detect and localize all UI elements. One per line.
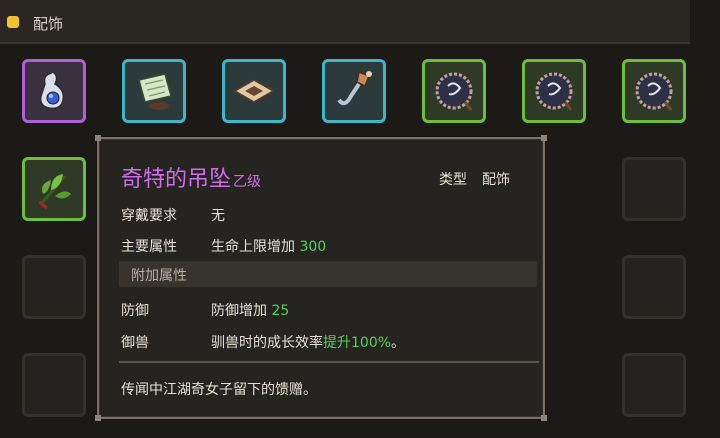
tooltip-corner <box>95 415 101 421</box>
tooltip-corner <box>95 135 101 141</box>
inventory-slot-amulet-1[interactable] <box>422 59 486 123</box>
extra-attributes-section: 附加属性 <box>119 261 537 287</box>
requirement-label: 穿戴要求 <box>121 208 177 224</box>
defense-value: 防御增加 25 <box>211 300 289 320</box>
inventory-slot-herb[interactable] <box>22 157 86 221</box>
inventory-slot-hook[interactable] <box>322 59 386 123</box>
taming-text: 驯兽时的成长效率 <box>211 335 323 351</box>
taming-highlight: 提升100% <box>323 335 392 351</box>
item-grade: 乙级 <box>233 174 262 190</box>
main-attribute-row: 主要属性 生命上限增加 300 <box>121 236 326 256</box>
taming-suffix: 。 <box>391 335 406 351</box>
defense-text: 防御增加 <box>211 303 267 319</box>
extra-attributes-title: 附加属性 <box>131 268 187 284</box>
tooltip-corner <box>541 135 547 141</box>
item-name-text: 奇特的吊坠 <box>121 167 232 192</box>
inventory-slot-amulet-3[interactable] <box>622 59 686 123</box>
item-name: 奇特的吊坠 乙级 <box>121 161 261 193</box>
type-label: 类型 <box>439 172 467 188</box>
scroll-icon <box>138 73 172 110</box>
inventory-slot-empty[interactable] <box>22 255 86 319</box>
defense-row: 防御 防御增加 25 <box>121 300 289 320</box>
taming-value: 驯兽时的成长效率提升100%。 <box>211 332 405 352</box>
inventory-slot-empty[interactable] <box>622 157 686 221</box>
main-attribute-label: 主要属性 <box>121 239 177 255</box>
requirement-value: 无 <box>211 208 225 224</box>
inventory-slot-cloth[interactable] <box>222 59 286 123</box>
inventory-slot-empty[interactable] <box>22 353 86 417</box>
type-value: 配饰 <box>482 172 510 188</box>
main-attribute-text: 生命上限增加 <box>211 239 295 255</box>
herb-icon <box>38 174 71 210</box>
defense-number: 25 <box>271 303 290 319</box>
main-attribute-number: 300 <box>299 239 327 255</box>
hook-icon <box>337 70 372 106</box>
amulet-icon <box>535 72 573 111</box>
main-attribute-value: 生命上限增加 300 <box>211 236 326 256</box>
inventory-slot-amulet-2[interactable] <box>522 59 586 123</box>
inventory-slot-empty[interactable] <box>622 255 686 319</box>
inventory-slot-scroll[interactable] <box>122 59 186 123</box>
cloth-icon <box>233 79 275 103</box>
pendant-icon <box>39 71 65 110</box>
defense-label: 防御 <box>121 303 149 319</box>
taming-label: 御兽 <box>121 335 149 351</box>
amulet-icon <box>435 72 473 111</box>
inventory-slot-empty[interactable] <box>622 353 686 417</box>
tooltip-divider <box>119 361 539 363</box>
inventory-slot-pendant[interactable] <box>22 59 86 123</box>
item-description: 传闻中江湖奇女子留下的馈赠。 <box>121 382 317 398</box>
item-tooltip: 奇特的吊坠 乙级 类型 配饰 穿戴要求 无 主要属性 生命上限增加 300 附加属… <box>95 135 547 421</box>
tooltip-corner <box>541 415 547 421</box>
amulet-icon <box>635 72 673 111</box>
taming-row: 御兽 驯兽时的成长效率提升100%。 <box>121 332 405 352</box>
requirement-row: 穿戴要求 无 <box>121 205 225 225</box>
